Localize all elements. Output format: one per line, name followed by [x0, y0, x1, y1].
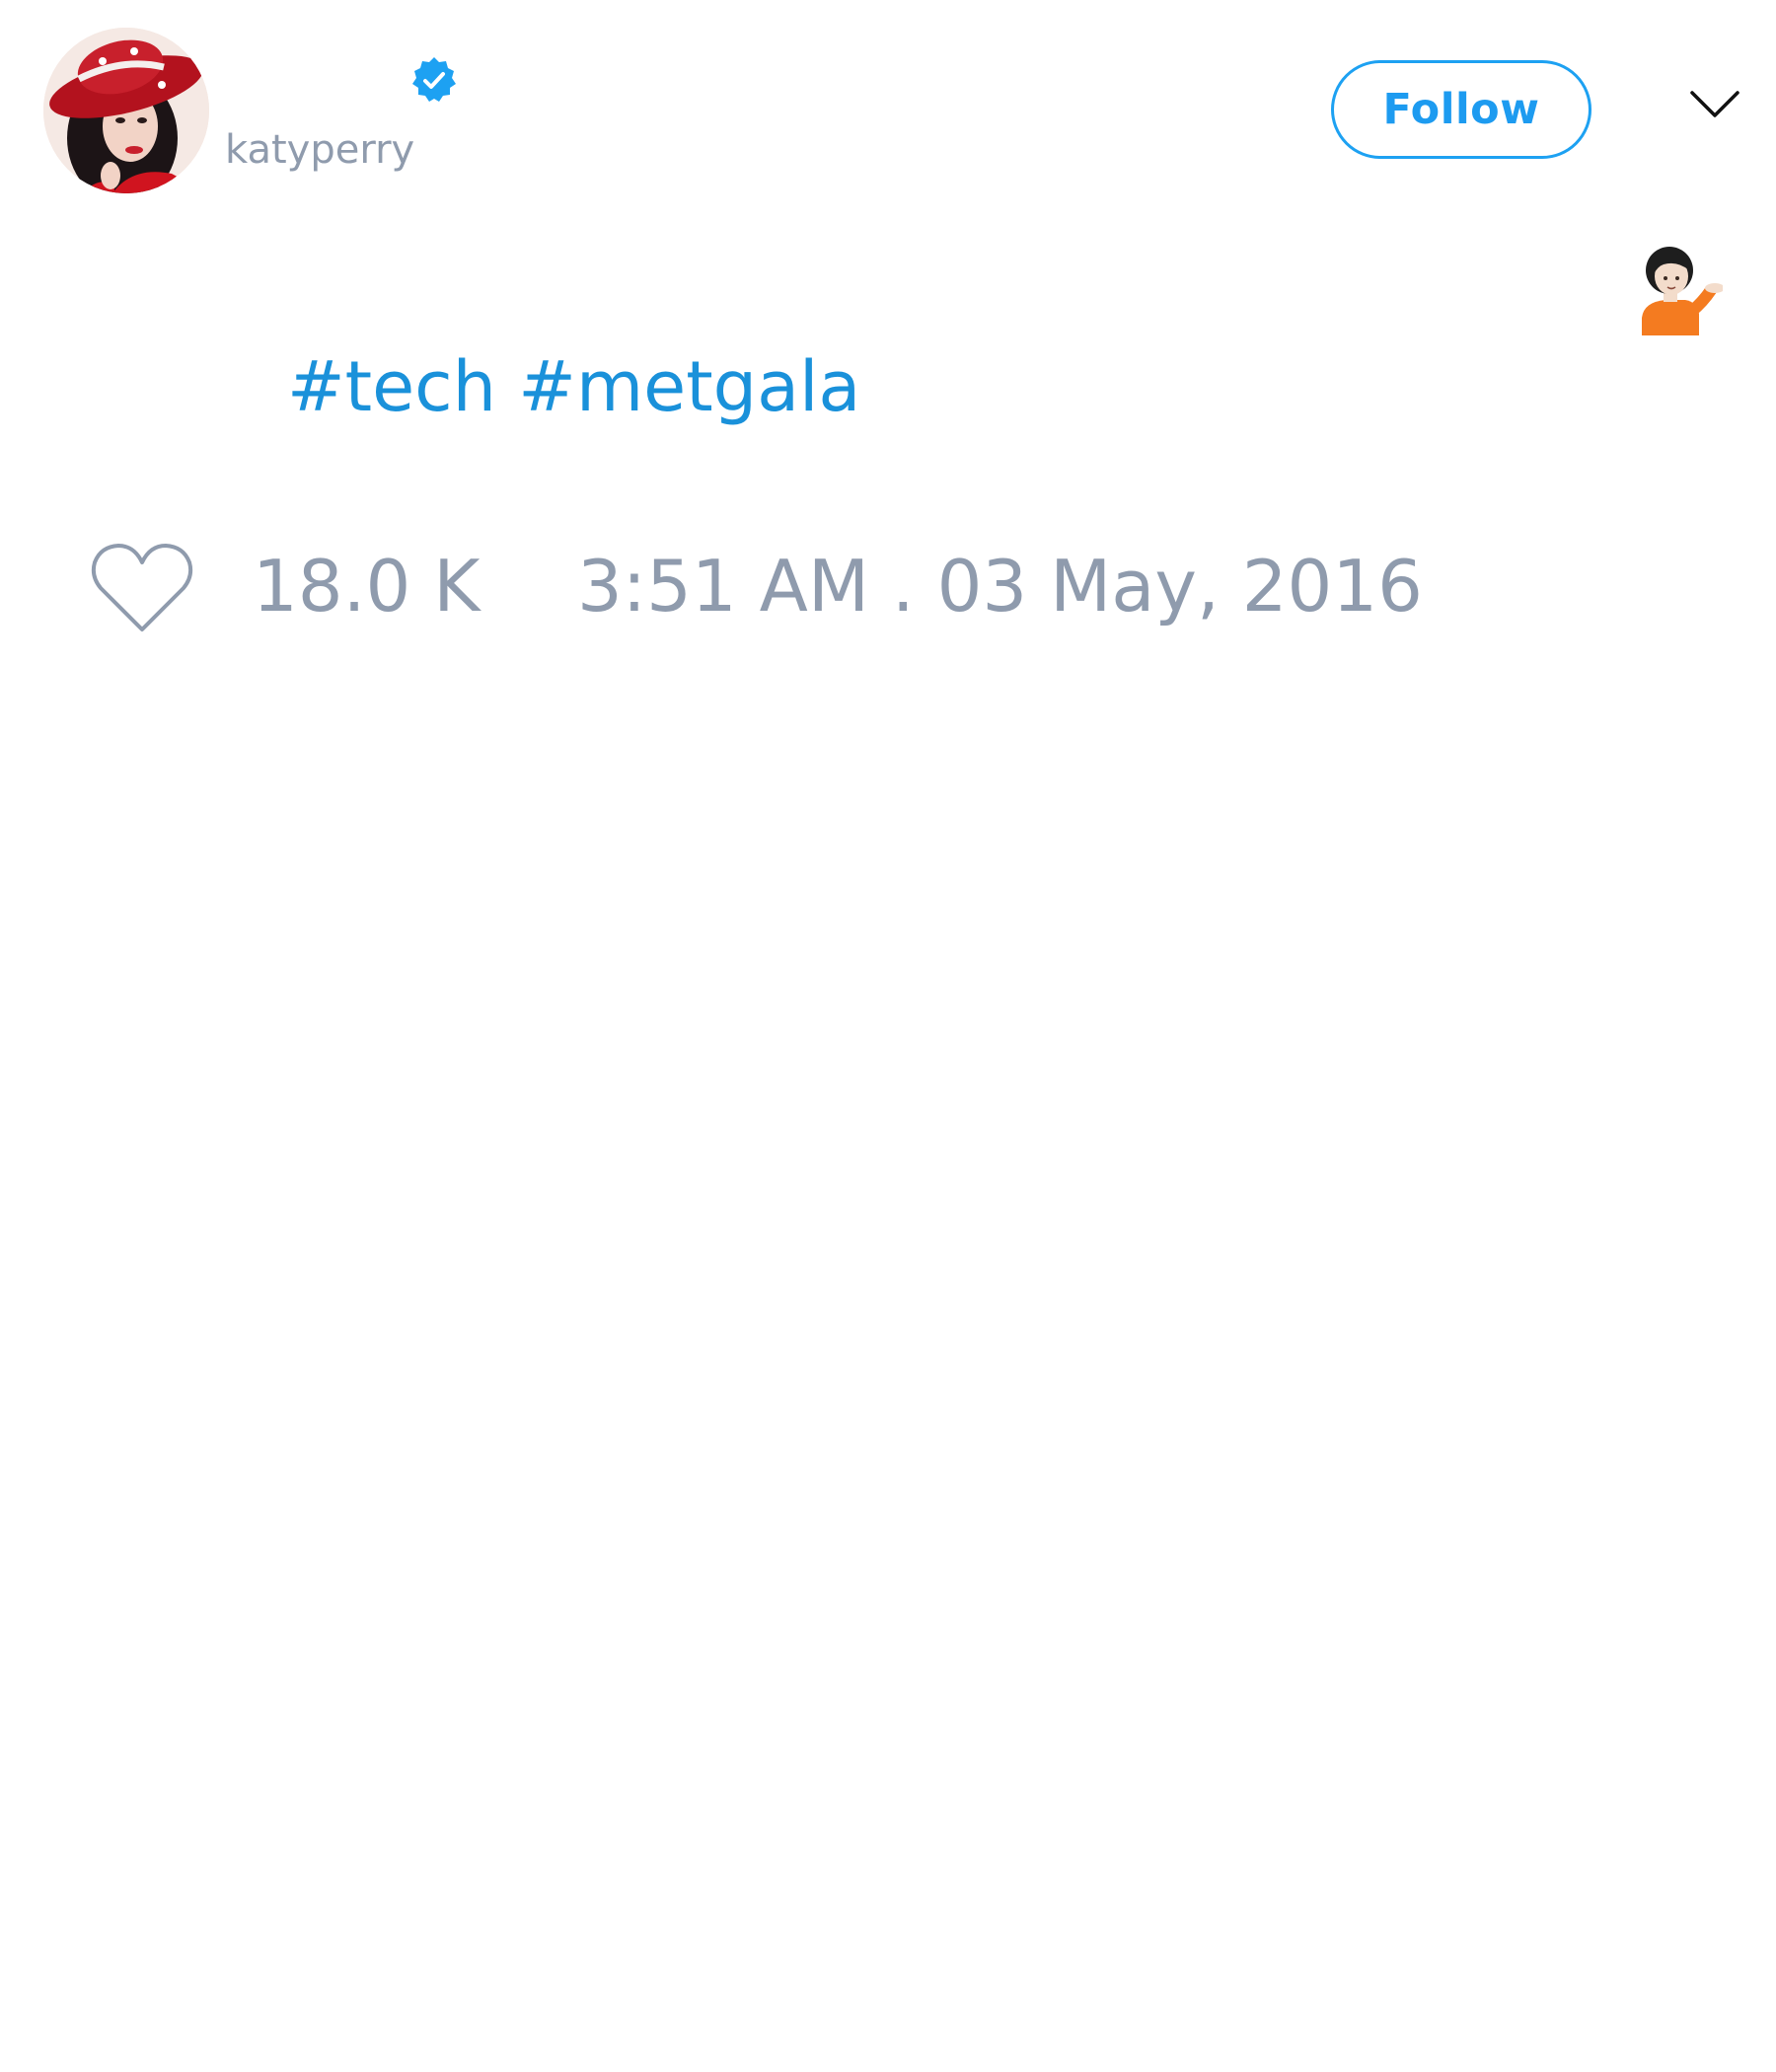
user-handle[interactable]: katyperry [225, 124, 414, 176]
profile-photo-icon [43, 28, 209, 193]
like-count: 18.0 K [253, 545, 481, 628]
follow-button[interactable]: Follow [1331, 60, 1591, 159]
verified-badge-icon [408, 55, 460, 107]
hashtag-link[interactable]: #metgala [518, 346, 860, 427]
tweet-text: #tech #metgala [287, 345, 860, 428]
tweet-card: katyperry Follow #tech #metgala 18.0 K 3… [0, 0, 1776, 2072]
heart-icon[interactable] [89, 541, 195, 635]
hashtag-link[interactable]: #tech [287, 346, 496, 427]
follow-button-label: Follow [1382, 85, 1540, 134]
avatar[interactable] [43, 28, 209, 193]
person-tipping-hand-emoji-icon [1634, 247, 1723, 335]
tweet-timestamp[interactable]: 3:51 AM . 03 May, 2016 [577, 543, 1423, 629]
chevron-down-icon[interactable] [1689, 89, 1740, 120]
